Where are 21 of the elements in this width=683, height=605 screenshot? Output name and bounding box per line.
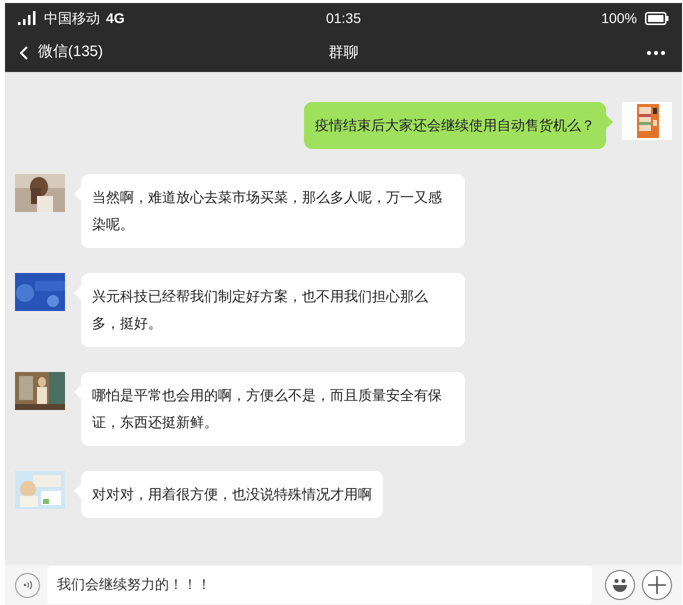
carrier-name: 中国移动 <box>44 8 100 28</box>
voice-icon <box>22 580 32 590</box>
battery-level: 100% <box>601 8 637 28</box>
plus-icon <box>647 575 667 595</box>
add-button[interactable] <box>642 570 672 600</box>
message-bubble: 哪怕是平常也会用的啊，方便么不是，而且质量安全有保证，东西还挺新鲜。 <box>81 372 465 446</box>
message-input[interactable]: 我们会继续努力的！！！ <box>47 566 592 604</box>
more-button[interactable] <box>645 48 667 56</box>
message-bubble: 兴元科技已经帮我们制定好方案，也不用我们担心那么多，挺好。 <box>81 273 465 347</box>
back-button[interactable]: 微信(135) <box>20 41 104 64</box>
emoji-button[interactable] <box>605 570 635 600</box>
chat-title: 群聊 <box>328 44 358 60</box>
network-type: 4G <box>106 8 125 28</box>
status-time: 01:35 <box>326 10 362 26</box>
battery-icon <box>645 12 669 24</box>
message-bubble: 当然啊，难道放心去菜市场买菜，那么多人呢，万一又感染呢。 <box>81 174 465 248</box>
message-bubble: 对对对，用着很方便，也没说特殊情况才用啊 <box>81 471 383 518</box>
signal-icon <box>18 11 38 25</box>
back-icon <box>20 46 28 60</box>
message-bubble: 疫情结束后大家还会继续使用自动售货机么？ <box>304 102 606 149</box>
voice-button[interactable] <box>15 572 40 598</box>
